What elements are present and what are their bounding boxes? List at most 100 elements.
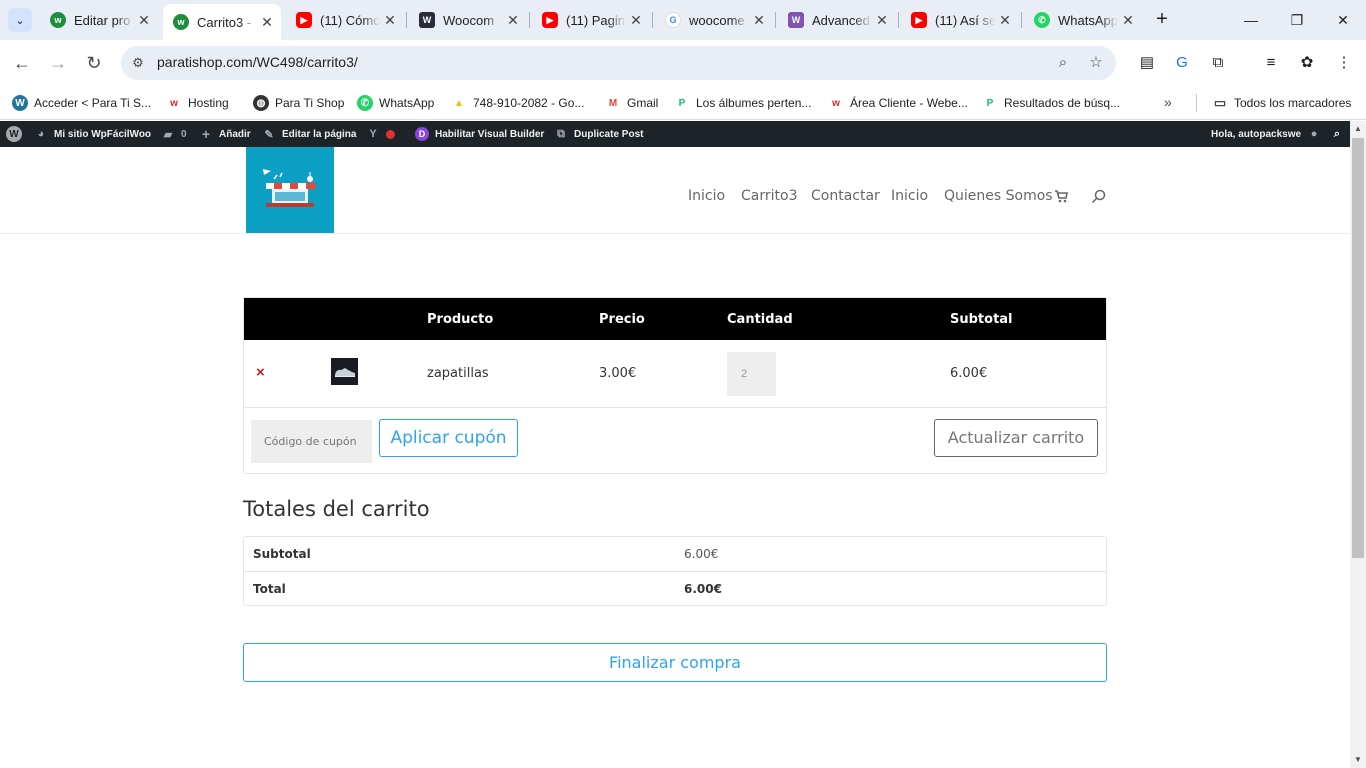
apply-coupon-button[interactable]: Aplicar cupón xyxy=(379,419,518,457)
reload-icon[interactable]: ↻ xyxy=(82,51,106,75)
site-settings-icon[interactable]: ⚙ xyxy=(129,54,147,72)
product-thumbnail[interactable] xyxy=(331,358,358,385)
woo-icon: W xyxy=(419,12,435,28)
wp-add-new[interactable]: + Añadir xyxy=(199,121,251,147)
bookmark-whatsapp[interactable]: ✆ WhatsApp xyxy=(357,92,434,114)
profile-avatar-icon[interactable]: ✿ xyxy=(1296,52,1318,74)
coupon-input[interactable] xyxy=(251,420,372,463)
tab-carrito3[interactable]: w Carrito3 - ✕ xyxy=(163,4,281,40)
nav-inicio-2[interactable]: Inicio xyxy=(891,188,928,204)
tab-advanced[interactable]: W Advanced ✕ xyxy=(778,6,896,34)
remove-item-icon[interactable]: × xyxy=(256,364,265,381)
tab-woocommerce[interactable]: W Woocom ✕ xyxy=(409,6,527,34)
nav-inicio[interactable]: Inicio xyxy=(688,188,725,204)
forward-icon[interactable]: → xyxy=(46,51,70,75)
url-text[interactable]: paratishop.com/WC498/carrito3/ xyxy=(157,54,358,70)
tab-youtube-como[interactable]: ▶ (11) Cómo ✕ xyxy=(286,6,404,34)
close-tab-icon[interactable]: ✕ xyxy=(257,14,277,31)
product-subtotal: 6.00€ xyxy=(950,366,988,381)
close-window-icon[interactable]: ✕ xyxy=(1331,8,1355,32)
tab-whatsapp[interactable]: ✆ WhatsApp ✕ xyxy=(1024,6,1142,34)
quantity-input[interactable] xyxy=(727,352,776,396)
address-bar[interactable]: ⚙ paratishop.com/WC498/carrito3/ ⌕ ☆ xyxy=(121,46,1116,80)
cart-table-header: Producto Precio Cantidad Subtotal xyxy=(244,298,1106,340)
scroll-down-icon[interactable]: ▼ xyxy=(1350,752,1366,768)
header-price: Precio xyxy=(599,312,645,327)
extension-icon[interactable]: ▤ xyxy=(1136,52,1158,74)
youtube-icon: ▶ xyxy=(296,12,312,28)
bookmark-gmail[interactable]: M Gmail xyxy=(605,92,659,114)
wp-comments[interactable]: ▰ 0 xyxy=(161,121,187,147)
header-subtotal: Subtotal xyxy=(950,312,1013,327)
close-tab-icon[interactable]: ✕ xyxy=(503,12,523,29)
globe-icon: ◍ xyxy=(253,95,269,111)
wp-site-name[interactable]: ◕ Mi sitio WpFácilWoo xyxy=(34,121,151,147)
shop-logo-icon xyxy=(263,169,316,207)
update-cart-button[interactable]: Actualizar carrito xyxy=(934,419,1098,457)
bookmarks-overflow-icon[interactable]: » xyxy=(1164,94,1172,110)
extensions-puzzle-icon[interactable]: ⧉ xyxy=(1207,52,1229,74)
header-quantity: Cantidad xyxy=(727,312,793,327)
bookmark-google-ads[interactable]: ▲ 748-910-2082 - Go... xyxy=(451,92,584,114)
bookmark-acceder[interactable]: W Acceder < Para Ti S... xyxy=(12,92,151,114)
all-bookmarks[interactable]: ▭ Todos los marcadores xyxy=(1212,92,1352,114)
tab-youtube-pagina[interactable]: ▶ (11) Pagin ✕ xyxy=(532,6,650,34)
close-tab-icon[interactable]: ✕ xyxy=(626,12,646,29)
wp-admin-bar: W ◕ Mi sitio WpFácilWoo ▰ 0 + Añadir ✎ E… xyxy=(0,121,1350,147)
youtube-icon: ▶ xyxy=(911,12,927,28)
webempresa-icon: w xyxy=(832,97,840,109)
product-name[interactable]: zapatillas xyxy=(427,366,489,381)
gmail-icon: M xyxy=(608,97,618,109)
bookmark-resultados[interactable]: P Resultados de búsq... xyxy=(982,92,1120,114)
site-header: Inicio Carrito3 Contactar Inicio Quienes… xyxy=(0,147,1350,234)
wp-visual-builder[interactable]: D Habilitar Visual Builder xyxy=(415,121,544,147)
restore-icon[interactable]: ❐ xyxy=(1285,8,1309,32)
close-tab-icon[interactable]: ✕ xyxy=(380,12,400,29)
new-tab-icon[interactable]: + xyxy=(1151,8,1173,30)
tab-strip: ⌄ w Editar pro ✕ w Carrito3 - ✕ ▶ (11) C… xyxy=(0,0,1366,40)
minimize-icon[interactable]: — xyxy=(1239,8,1263,32)
nav-carrito3[interactable]: Carrito3 xyxy=(741,188,797,204)
site-logo[interactable] xyxy=(246,147,334,233)
translate-icon[interactable]: G xyxy=(1171,52,1193,74)
cart-icon[interactable] xyxy=(1054,189,1068,203)
scroll-up-icon[interactable]: ▲ xyxy=(1350,121,1366,137)
close-tab-icon[interactable]: ✕ xyxy=(995,12,1015,29)
zoom-search-icon[interactable]: ⌕ xyxy=(1054,54,1072,72)
media-control-icon[interactable]: ≡ xyxy=(1260,52,1282,74)
bookmark-para-ti-shop[interactable]: ◍ Para Ti Shop xyxy=(253,92,344,114)
tab-editar-producto[interactable]: w Editar pro ✕ xyxy=(40,6,158,34)
cart-actions: Aplicar cupón Actualizar carrito xyxy=(244,408,1106,473)
wp-logo-menu[interactable]: W xyxy=(6,121,22,147)
back-icon[interactable]: ← xyxy=(10,51,34,75)
search-icon[interactable] xyxy=(1091,189,1106,204)
wp-my-account[interactable]: Hola, autopackswe ● xyxy=(1211,121,1327,147)
wp-duplicate-post[interactable]: ⧉ Duplicate Post xyxy=(554,121,643,147)
close-tab-icon[interactable]: ✕ xyxy=(134,12,154,29)
close-tab-icon[interactable]: ✕ xyxy=(749,12,769,29)
youtube-icon: ▶ xyxy=(542,12,558,28)
bookmark-hosting[interactable]: w Hosting xyxy=(166,92,229,114)
webempresa-icon: w xyxy=(50,12,66,28)
checkout-button[interactable]: Finalizar compra xyxy=(243,643,1107,682)
dashboard-icon: ◕ xyxy=(37,128,45,140)
scrollbar-thumb[interactable] xyxy=(1352,138,1364,558)
menu-dots-icon[interactable]: ⋮ xyxy=(1333,52,1355,74)
bookmark-area-cliente[interactable]: w Área Cliente - Webe... xyxy=(828,92,968,114)
tab-google-woocommerce[interactable]: G woocome ✕ xyxy=(655,6,773,34)
bookmark-star-icon[interactable]: ☆ xyxy=(1087,54,1105,72)
google-icon: G xyxy=(665,12,681,28)
totals-row-subtotal: Subtotal 6.00€ xyxy=(244,537,1106,571)
nav-quienes-somos[interactable]: Quienes Somos xyxy=(944,188,1053,204)
bookmark-albumes[interactable]: P Los álbumes perten... xyxy=(674,92,812,114)
close-tab-icon[interactable]: ✕ xyxy=(872,12,892,29)
close-tab-icon[interactable]: ✕ xyxy=(1118,12,1138,29)
subtotal-value: 6.00€ xyxy=(684,547,719,561)
total-label: Total xyxy=(253,582,286,596)
nav-contactar[interactable]: Contactar xyxy=(811,188,880,204)
wp-edit-page[interactable]: ✎ Editar la página xyxy=(262,121,356,147)
wp-search[interactable]: ⌕ xyxy=(1330,121,1350,147)
tab-youtube-asi[interactable]: ▶ (11) Así se ✕ xyxy=(901,6,1019,34)
wp-yoast[interactable]: Y xyxy=(366,121,395,147)
tab-search-icon[interactable]: ⌄ xyxy=(8,8,32,32)
